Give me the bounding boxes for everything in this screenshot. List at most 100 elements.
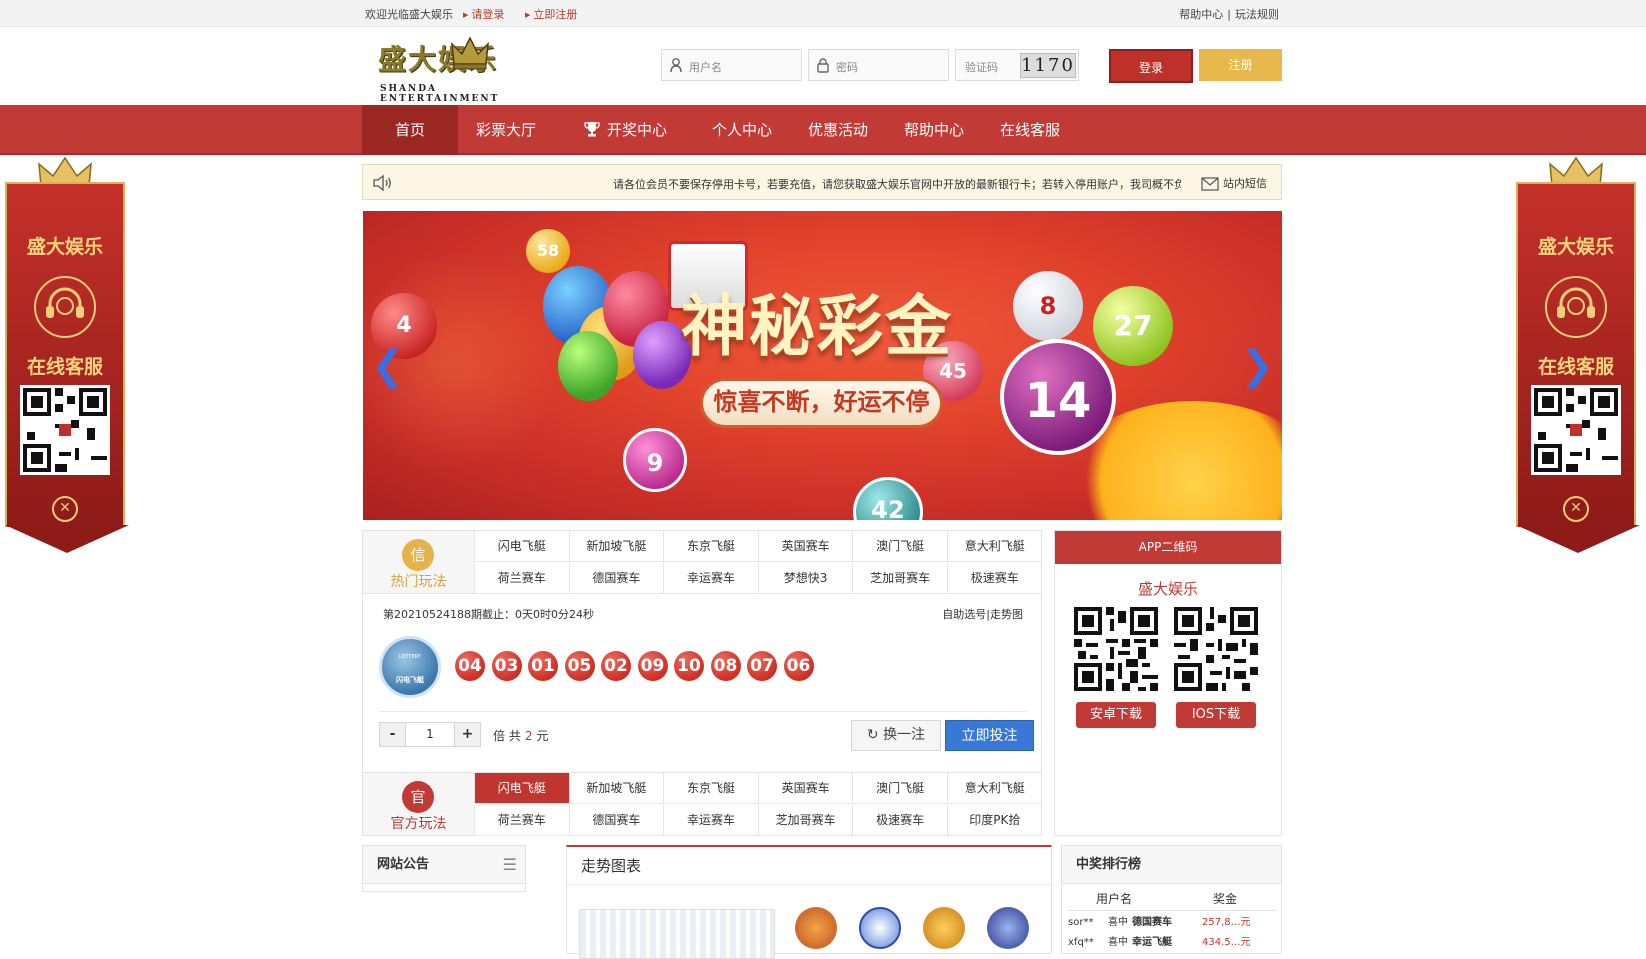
game-link[interactable]: 闪电飞艇 [474, 531, 569, 562]
winners-ranking-panel: 中奖排行榜 用户名 奖金 sor** 喜中 德国赛车 257,8…元 xfq** 喜中幸… [1061, 845, 1282, 954]
captcha-field[interactable]: 验证码 1170 [955, 49, 1079, 81]
chevron-left-icon[interactable]: ❮ [371, 343, 405, 389]
game-icon[interactable] [859, 907, 901, 949]
chevron-right-icon[interactable]: ❯ [1240, 343, 1274, 389]
game-link[interactable]: 幸运赛车 [663, 563, 758, 594]
game-link[interactable]: 新加坡飞艇 [568, 531, 664, 562]
login-link[interactable]: ▶ 请登录 [463, 6, 504, 22]
help-center-link[interactable]: 帮助中心 [1179, 8, 1223, 21]
game-link[interactable]: 东京飞艇 [663, 531, 758, 562]
register-button[interactable]: 注册 [1199, 49, 1282, 81]
nav-online-service[interactable]: 在线客服 [982, 105, 1078, 155]
official-games-section: 官 官方玩法 闪电飞艇 新加坡飞艇 东京飞艇 英国赛车 澳门飞艇 意大利飞艇 荷… [362, 772, 1042, 836]
site-logo[interactable]: 盛大娱乐 SHANDA ENTERTAINMENT [378, 36, 558, 104]
game-link[interactable]: 荷兰赛车 [474, 805, 569, 836]
game-link[interactable]: 芝加哥赛车 [852, 563, 947, 594]
game-icon[interactable] [923, 907, 965, 949]
game-link[interactable]: 澳门飞艇 [852, 531, 947, 562]
top-right-links: 帮助中心 | 玩法规则 [1179, 6, 1279, 22]
game-link[interactable]: 幸运赛车 [663, 805, 758, 836]
nav-draw-center-label: 开奖中心 [606, 121, 667, 139]
captcha-image[interactable]: 1170 [1020, 53, 1076, 78]
hot-games-title: 热门玩法 [390, 574, 447, 590]
rules-link[interactable]: 玩法规则 [1235, 8, 1279, 21]
hot-games-grid: 闪电飞艇 新加坡飞艇 东京飞艇 英国赛车 澳门飞艇 意大利飞艇 荷兰赛车 德国赛… [474, 531, 1042, 594]
left-service-float: 盛大娱乐 在线客服 ✕ [0, 156, 130, 556]
banner-slogan: 惊喜不断，好运不停 [700, 378, 943, 428]
game-link[interactable]: 英国赛车 [757, 773, 853, 804]
ios-download-button[interactable]: IOS下载 [1176, 702, 1256, 728]
result-number-ball: 02 [601, 651, 631, 681]
trend-chart-panel: 走势图表 [566, 845, 1052, 959]
game-link[interactable]: 德国赛车 [568, 563, 664, 594]
promo-banner[interactable]: 58 4 8 27 45 14 9 42 神秘彩金 惊喜不断，好运不停 ❮ ❯ [363, 211, 1282, 520]
game-link[interactable]: 意大利飞艇 [947, 773, 1042, 804]
game-link[interactable]: 闪电飞艇 [474, 773, 569, 804]
close-icon[interactable]: ✕ [52, 496, 78, 522]
result-number-ball: 10 [674, 651, 704, 681]
username-field[interactable]: 用户名 [661, 49, 802, 81]
service-qr-code [1531, 385, 1621, 475]
game-link[interactable]: 芝加哥赛车 [757, 805, 853, 836]
trend-thumbnail[interactable] [579, 909, 775, 959]
close-icon[interactable]: ✕ [1563, 496, 1589, 522]
game-logo: LOTTERY 闪电飞艇 [379, 636, 441, 698]
qr-code-icon [1074, 607, 1158, 691]
android-download-button[interactable]: 安卓下载 [1076, 702, 1156, 728]
column-header-user: 用户名 [1068, 888, 1173, 911]
app-brand-name: 盛大娱乐 [1137, 580, 1198, 598]
login-button[interactable]: 登录 [1109, 49, 1193, 83]
draw-links[interactable]: 自助选号|走势图 [942, 606, 1023, 622]
nav-promotions[interactable]: 优惠活动 [790, 105, 886, 155]
game-link[interactable]: 梦想快3 [757, 563, 853, 594]
decrement-button[interactable]: - [380, 723, 405, 746]
float-brand: 盛大娱乐 [1537, 236, 1614, 258]
multiplier-input[interactable]: 1 [405, 723, 455, 746]
result-number-ball: 09 [637, 651, 668, 681]
banner-title: 神秘彩金 [681, 287, 953, 365]
notice-marquee: 请各位会员不要保存停用卡号，若要充值，请您获取盛大娱乐官网中开放的最新银行卡；若… [613, 178, 1181, 191]
game-link[interactable]: 印度PK拾 [947, 805, 1042, 836]
password-field[interactable]: 密码 [808, 49, 949, 81]
ranking-table: 用户名 奖金 sor** 喜中 德国赛车 257,8…元 xfq** 喜中 幸运飞艇 434… [1068, 888, 1278, 950]
game-link[interactable]: 德国赛车 [568, 805, 664, 836]
float-tip [1516, 525, 1640, 553]
game-link[interactable]: 东京飞艇 [663, 773, 758, 804]
place-bet-button[interactable]: 立即投注 [945, 720, 1034, 751]
register-link[interactable]: ▶ 立即注册 [525, 6, 577, 22]
nav-help-center[interactable]: 帮助中心 [886, 105, 982, 155]
float-tip [5, 525, 129, 553]
captcha-placeholder: 验证码 [965, 61, 998, 74]
random-pick-button[interactable]: ↻ 换一注 [851, 720, 941, 751]
game-link[interactable]: 极速赛车 [852, 805, 947, 836]
draw-result-panel: 第20210524188期截止：0天0时0分24秒 自助选号|走势图 LOTTE… [362, 594, 1042, 772]
float-service-label[interactable]: 在线客服 [1511, 352, 1641, 379]
game-link[interactable]: 荷兰赛车 [474, 563, 569, 594]
game-link[interactable]: 极速赛车 [947, 563, 1042, 594]
game-link[interactable]: 新加坡飞艇 [568, 773, 664, 804]
game-icon[interactable] [795, 907, 837, 949]
nav-draw-center[interactable]: 开奖中心 [570, 105, 680, 155]
site-message-link[interactable]: 站内短信 [1201, 175, 1267, 191]
nav-lottery-hall[interactable]: 彩票大厅 [458, 105, 554, 155]
nav-home[interactable]: 首页 [362, 105, 458, 155]
game-link[interactable]: 英国赛车 [757, 531, 853, 562]
main-nav: 首页 彩票大厅 开奖中心 个人中心 优惠活动 帮助中心 在线客服 [0, 105, 1646, 155]
qr-code-icon [23, 388, 107, 472]
game-link[interactable]: 澳门飞艇 [852, 773, 947, 804]
badge-icon: 信 [402, 539, 434, 571]
trophy-icon [584, 122, 600, 137]
official-games-title: 官方玩法 [390, 816, 447, 832]
game-link[interactable]: 意大利飞艇 [947, 531, 1042, 562]
game-icon[interactable] [987, 907, 1029, 949]
float-service-label[interactable]: 在线客服 [0, 352, 130, 379]
badge-icon: 官 [402, 781, 434, 813]
float-brand: 盛大娱乐 [26, 236, 103, 258]
triangle-icon: ▶ [525, 11, 531, 19]
list-icon[interactable]: ☰ [503, 846, 517, 884]
multiplier-stepper[interactable]: - 1 + [379, 722, 481, 747]
lottery-ball: 42 [853, 477, 923, 520]
increment-button[interactable]: + [455, 723, 480, 746]
nav-personal-center[interactable]: 个人中心 [694, 105, 790, 155]
result-number-ball: 06 [783, 651, 814, 681]
